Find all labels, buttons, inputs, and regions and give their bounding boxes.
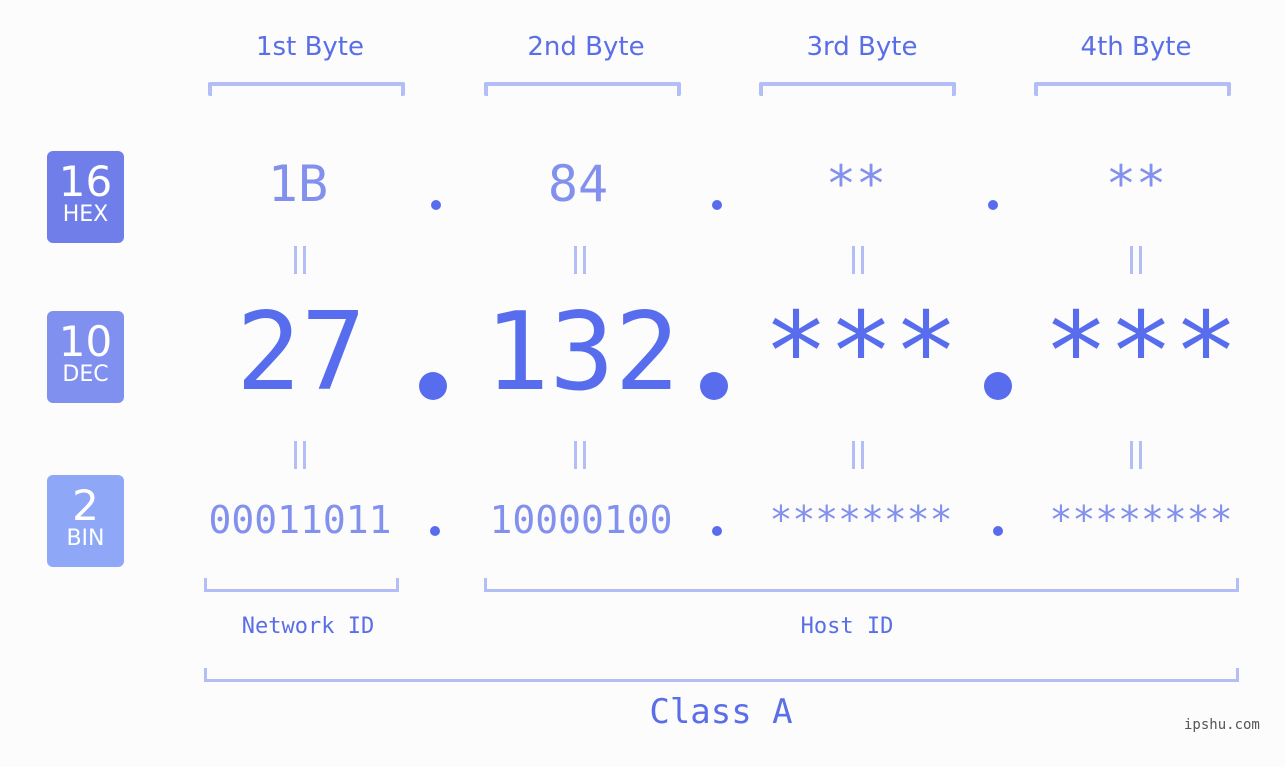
hex-badge: 16 HEX [47, 151, 124, 243]
bin-base-label: BIN [66, 526, 105, 551]
hex-separator-dot [988, 200, 998, 210]
bin-separator-dot [712, 526, 722, 536]
host-id-label: Host ID [800, 614, 894, 639]
hex-separator-dot [431, 200, 441, 210]
dec-value-3: *** [763, 290, 959, 415]
dec-value-4: *** [1043, 290, 1239, 415]
equals-icon [560, 441, 600, 477]
byte-header-4: 4th Byte [1080, 32, 1192, 62]
watermark: ipshu.com [1184, 717, 1260, 733]
hex-value-1: 1B [267, 155, 329, 213]
network-id-label: Network ID [241, 614, 375, 639]
dec-badge: 10 DEC [47, 311, 124, 403]
bin-separator-dot [993, 526, 1003, 536]
equals-icon [560, 246, 600, 282]
bin-base-number: 2 [72, 481, 99, 530]
byte-header-3: 3rd Byte [806, 32, 918, 62]
hex-separator-dot [712, 200, 722, 210]
equals-icon [1116, 246, 1156, 282]
network-id-bracket [204, 578, 399, 592]
hex-value-4: ** [1105, 155, 1167, 213]
byte-bracket-1 [208, 82, 405, 96]
class-label: Class A [649, 692, 793, 732]
byte-header-1: 1st Byte [256, 32, 364, 62]
equals-icon [280, 441, 320, 477]
byte-bracket-3 [759, 82, 956, 96]
equals-icon [838, 246, 878, 282]
dec-separator-dot [984, 372, 1012, 400]
hex-base-number: 16 [58, 157, 113, 206]
dec-separator-dot [700, 372, 728, 400]
byte-header-2: 2nd Byte [527, 32, 645, 62]
equals-icon [1116, 441, 1156, 477]
bin-value-2: 10000100 [489, 498, 673, 542]
dec-base-number: 10 [58, 317, 113, 366]
bin-separator-dot [430, 526, 440, 536]
byte-bracket-2 [484, 82, 681, 96]
dec-value-2: 132 [484, 290, 680, 415]
bin-value-1: 00011011 [208, 498, 392, 542]
equals-icon [838, 441, 878, 477]
hex-value-2: 84 [547, 155, 609, 213]
dec-base-label: DEC [62, 362, 109, 387]
class-bracket [204, 668, 1239, 682]
hex-value-3: ** [825, 155, 887, 213]
bin-value-3: ******** [769, 498, 953, 542]
dec-value-1: 27 [235, 290, 367, 415]
hex-base-label: HEX [62, 202, 109, 227]
bin-value-4: ******** [1049, 498, 1233, 542]
dec-separator-dot [419, 372, 447, 400]
equals-icon [280, 246, 320, 282]
host-id-bracket [484, 578, 1239, 592]
bin-badge: 2 BIN [47, 475, 124, 567]
byte-bracket-4 [1034, 82, 1231, 96]
